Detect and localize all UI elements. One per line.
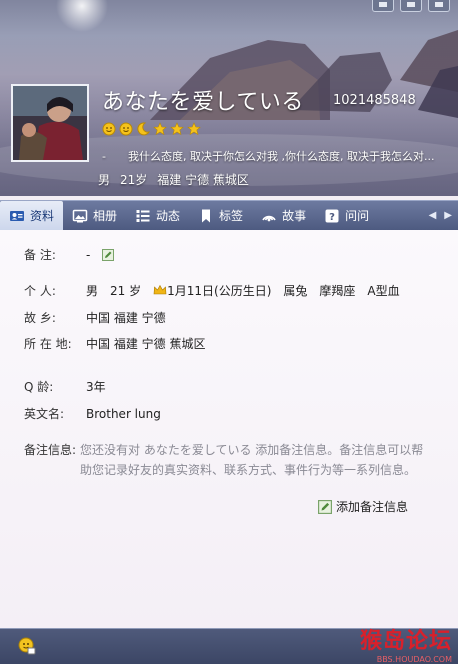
note-info: 备注信息: 您还没有对 あなたを爱している 添加备注信息。备注信息可以帮助您记录… [24, 440, 424, 480]
avatar-image [13, 86, 87, 160]
tab-scroll-left-icon[interactable]: ◀ [429, 210, 437, 221]
gender-value: 男 [86, 284, 99, 298]
tab-label: 动态 [156, 209, 181, 223]
profile-details: 备 注: - 个 人: 男 21 岁 1月11日(公历生日) 属兔 摩羯座 A型血 故 乡: 中… [0, 230, 458, 628]
tab-label: 相册 [93, 209, 118, 223]
remark-row: 备 注: - [24, 246, 115, 263]
tab-album[interactable]: 相册 [63, 201, 126, 231]
qq-number: 1021485848 [333, 93, 416, 108]
note-info-text: 您还没有对 あなたを爱している 添加备注信息。备注信息可以帮助您记录好友的真实资… [80, 443, 424, 477]
brief-gender: 男 [98, 173, 111, 187]
residence-row: 所 在 地: 中国 福建 宁德 蕉城区 [24, 335, 205, 352]
signature[interactable]: - 我什么态度, 取决于你怎么对我 ,你什么态度, 取决于我怎么对... [102, 148, 458, 164]
qage-label: Q 龄: [24, 380, 54, 394]
residence-label: 所 在 地: [24, 337, 72, 351]
tab-scroll-right-icon[interactable]: ▶ [444, 210, 452, 221]
tab-profile[interactable]: 资料 [0, 200, 64, 231]
hometown-row: 故 乡: 中国 福建 宁德 [24, 309, 166, 326]
tab-bar: 资料 相册 动态 标签 故事 ? 问问 ◀ ▶ [0, 200, 458, 231]
star-icon [187, 122, 201, 136]
qq-show-icon[interactable] [18, 637, 36, 655]
edit-remark-icon[interactable] [102, 249, 115, 261]
moon-icon [137, 122, 150, 136]
qage-row: Q 龄: 3年 [24, 378, 106, 395]
hometown-value: 中国 福建 宁德 [86, 311, 166, 325]
age-value: 21 岁 [110, 284, 142, 298]
qq-level-icons[interactable] [102, 122, 201, 136]
watermark-logo: 猴岛论坛 [359, 629, 452, 654]
birthday-value: 1月11日(公历生日) [167, 284, 272, 298]
feed-list-icon [136, 209, 150, 222]
signature-dash: - [102, 150, 106, 163]
residence-value: 中国 福建 宁德 蕉城区 [86, 337, 206, 351]
personal-label: 个 人: [24, 284, 56, 298]
minimize-button[interactable] [400, 0, 422, 12]
remark-value: - [86, 248, 91, 262]
english-name-label: 英文名: [24, 407, 65, 421]
watermark: 猴岛论坛 BBS.HOUDAO.COM [360, 629, 452, 664]
tab-feed[interactable]: 动态 [126, 201, 189, 231]
nickname: あなたを爱している [102, 90, 304, 115]
signature-text: 我什么态度, 取决于你怎么对我 ,你什么态度, 取决于我怎么对... [128, 150, 435, 163]
profile-header: あなたを爱している 1021485848 - 我什么态度, 取决于你怎么对我 ,你… [0, 0, 458, 196]
note-info-label: 备注信息: [24, 443, 77, 457]
tab-ask[interactable]: ? 问问 [315, 201, 378, 231]
add-note-icon [318, 499, 332, 514]
add-note-button[interactable]: 添加备注信息 [318, 498, 408, 515]
svg-text:?: ? [329, 212, 335, 223]
tab-tags[interactable]: 标签 [189, 201, 252, 231]
sun-icon [102, 122, 116, 136]
hometown-label: 故 乡: [24, 311, 56, 325]
brief-location: 福建 宁德 蕉城区 [157, 173, 249, 187]
skin-button[interactable] [372, 0, 394, 12]
bookmark-icon [202, 209, 211, 222]
sun-icon [119, 122, 133, 136]
question-icon: ? [325, 209, 339, 223]
profile-card-icon [10, 210, 24, 221]
brief-age: 21岁 [120, 173, 148, 187]
tab-story[interactable]: 故事 [252, 201, 315, 231]
watermark-url: BBS.HOUDAO.COM [376, 655, 452, 664]
remark-label: 备 注: [24, 248, 56, 262]
brief-info: 男 21岁 福建 宁德 蕉城区 [98, 171, 259, 188]
footer-bar: 猴岛论坛 BBS.HOUDAO.COM [0, 628, 458, 664]
avatar[interactable] [11, 84, 89, 162]
english-name-value: Brother lung [86, 407, 161, 421]
qage-value: 3年 [86, 380, 106, 394]
blood-type-value: A型血 [367, 284, 400, 298]
star-icon [170, 122, 184, 136]
zodiac-value: 属兔 [283, 284, 308, 298]
tab-label: 问问 [345, 209, 370, 223]
english-name-row: 英文名: Brother lung [24, 405, 161, 422]
close-button[interactable] [428, 0, 450, 12]
star-icon [153, 122, 167, 136]
add-note-label: 添加备注信息 [336, 500, 409, 514]
tab-label: 故事 [282, 209, 307, 223]
crown-icon [153, 284, 167, 295]
personal-row: 个 人: 男 21 岁 1月11日(公历生日) 属兔 摩羯座 A型血 [24, 282, 400, 299]
signal-icon [262, 215, 276, 221]
photo-album-icon [72, 209, 88, 222]
star-sign-value: 摩羯座 [319, 284, 356, 298]
tab-scroll-arrows: ◀ ▶ [429, 210, 458, 221]
tab-label: 标签 [219, 209, 244, 223]
tab-label: 资料 [30, 209, 55, 223]
